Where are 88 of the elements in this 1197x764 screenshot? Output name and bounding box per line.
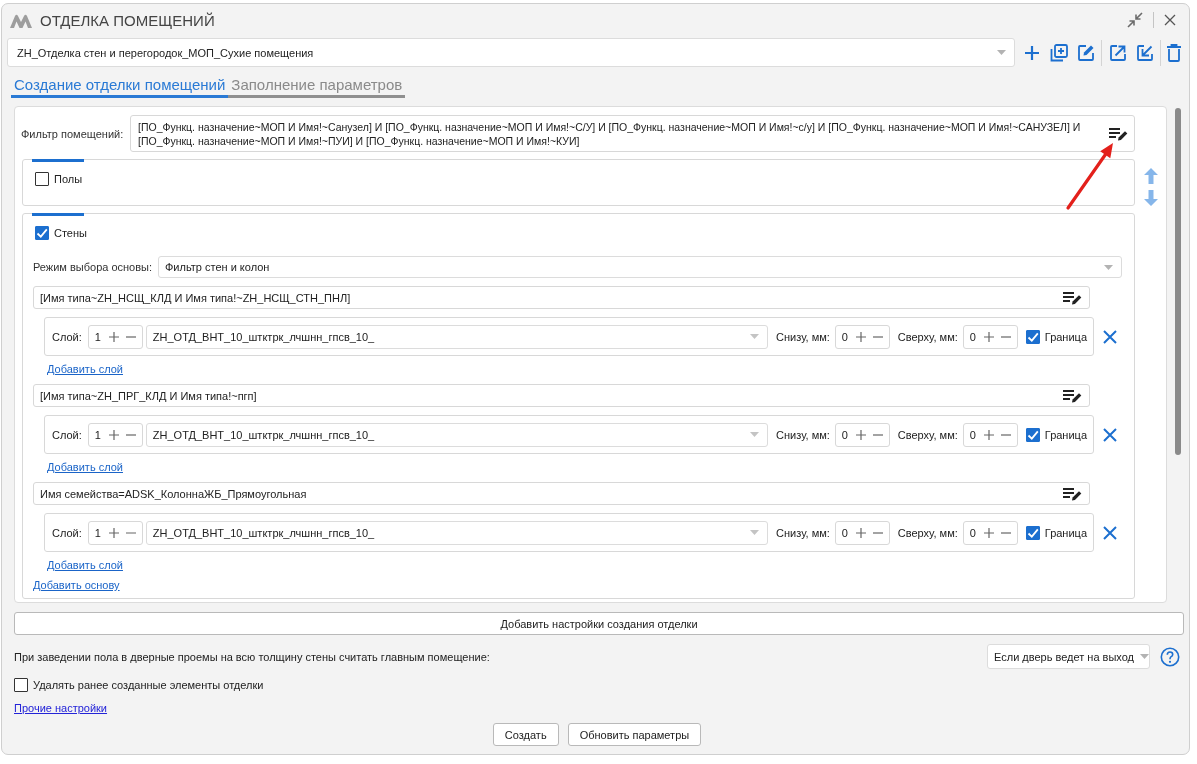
import-icon[interactable] <box>1135 43 1154 62</box>
checkbox[interactable] <box>1025 329 1040 344</box>
top-offset-label: Сверху, мм: <box>897 330 958 343</box>
window-title: ОТДЕЛКА ПОМЕЩЕНИЙ <box>40 11 215 29</box>
add-copy-icon[interactable] <box>1049 43 1068 62</box>
plus-icon[interactable] <box>855 331 866 342</box>
cross-icon[interactable] <box>1103 329 1117 344</box>
cross-icon[interactable] <box>1103 427 1117 442</box>
plus-icon[interactable] <box>983 429 994 440</box>
caret-icon <box>1104 264 1113 270</box>
caret-icon <box>997 50 1006 55</box>
caret-icon <box>1140 654 1150 659</box>
cross-icon[interactable] <box>1103 525 1117 540</box>
bottom-offset-field[interactable]: 0 <box>834 324 890 349</box>
add-layer-link[interactable]: Добавить слой <box>47 460 123 474</box>
add-layer-link[interactable]: Добавить слой <box>47 558 123 572</box>
checkbox[interactable] <box>14 678 28 692</box>
top-offset-field[interactable]: 0 <box>962 422 1018 447</box>
boundary-label: Граница <box>1044 428 1087 441</box>
bottom-offset-label: Снизу, мм: <box>776 330 830 343</box>
close-icon[interactable] <box>1164 14 1176 26</box>
layer-label: Слой: <box>52 428 82 441</box>
plus-icon[interactable] <box>855 429 866 440</box>
checkbox[interactable] <box>1025 427 1040 442</box>
layer-number-field[interactable]: 1 <box>87 324 143 349</box>
bottom-offset-label: Снизу, мм: <box>776 428 830 441</box>
collapse-arrows-icon[interactable] <box>1127 12 1143 28</box>
layer-number-field[interactable]: 1 <box>87 422 143 447</box>
add-base-link[interactable]: Добавить основу <box>33 578 120 592</box>
bottom-offset-label: Снизу, мм: <box>776 526 830 539</box>
material-dropdown[interactable]: ZH_ОТД_ВНТ_10_штктрк_лчшнн_гпсв_10_ <box>145 422 769 447</box>
base-filter-field[interactable]: [Имя типа~ZH_НСЩ_КЛД И Имя типа!~ZH_НСЩ_СТН_ПНЛ] <box>33 286 1090 309</box>
plus-icon[interactable] <box>983 331 994 342</box>
plus-icon[interactable] <box>855 527 866 538</box>
edit-list-icon[interactable] <box>1108 126 1128 141</box>
checkbox[interactable] <box>35 172 49 186</box>
main-room-dropdown[interactable]: Если дверь ведет на выход <box>987 644 1150 669</box>
top-offset-field[interactable]: 0 <box>962 324 1018 349</box>
logo-icon <box>10 12 32 28</box>
plus-icon[interactable] <box>108 429 119 440</box>
boundary-label: Граница <box>1044 526 1087 539</box>
base-mode-label: Режим выбора основы: <box>33 261 154 273</box>
edit-list-icon[interactable] <box>1062 486 1082 501</box>
top-offset-field[interactable]: 0 <box>962 520 1018 545</box>
delete-previous-label: Удалять ранее созданные элементы отделки <box>33 679 264 691</box>
caret-icon <box>750 334 760 339</box>
checkbox[interactable] <box>35 226 49 240</box>
edit-list-icon[interactable] <box>1062 388 1082 403</box>
plus-icon[interactable] <box>108 527 119 538</box>
section-accent-bar <box>32 159 84 162</box>
edit-list-icon[interactable] <box>1062 290 1082 305</box>
section-label: Стены <box>54 227 87 239</box>
layer-number-field[interactable]: 1 <box>87 520 143 545</box>
material-dropdown[interactable]: ZH_ОТД_ВНТ_10_штктрк_лчшнн_гпсв_10_ <box>145 520 769 545</box>
layer-label: Слой: <box>52 526 82 539</box>
dialog-button[interactable]: Обновить параметры <box>567 723 702 746</box>
help-icon[interactable] <box>1160 646 1180 667</box>
bottom-offset-field[interactable]: 0 <box>834 422 890 447</box>
top-offset-label: Сверху, мм: <box>897 526 958 539</box>
section-label: Полы <box>54 173 83 185</box>
base-filter-field[interactable]: [Имя типа~ZH_ПРГ_КЛД И Имя типа!~пгп] <box>33 384 1090 407</box>
layer-label: Слой: <box>52 330 82 343</box>
scrollbar[interactable] <box>1175 108 1181 455</box>
base-mode-dropdown[interactable]: Фильтр стен и колон <box>158 256 1122 278</box>
room-filter-label: Фильтр помещений: <box>21 127 125 140</box>
section-accent-bar <box>32 213 84 216</box>
room-filter-field[interactable]: [ПО_Функц. назначение~МОП И Имя!~Санузел] И [ПО_Функц. назначение~МОП И Имя!~С/У] И [ПО_Функц. назначение~МОП И Имя!~с/у] И [ПО_Функц. назначение~МОП И Имя!~САНУЗЕЛ] И [ПО_Функц. назначение~МОП И Имя!~ПУИ] И [ПО_Функц. назначение~МОП И Имя!~КУИ] <box>130 115 1135 152</box>
plus-icon[interactable] <box>108 331 119 342</box>
caret-icon <box>750 530 760 535</box>
tab[interactable]: Создание отделки помещений <box>11 75 229 98</box>
main-room-label: При заведении пола в дверные проемы на всю толщину стены считать главным помещение: <box>14 650 490 663</box>
bottom-offset-field[interactable]: 0 <box>834 520 890 545</box>
material-dropdown[interactable]: ZH_ОТД_ВНТ_10_штктрк_лчшнн_гпсв_10_ <box>145 324 769 349</box>
add-settings-button[interactable]: Добавить настройки создания отделки <box>14 612 1184 635</box>
add-layer-link[interactable]: Добавить слой <box>47 362 123 376</box>
base-filter-field[interactable]: Имя семейства=ADSK_КолоннаЖБ_Прямоугольная <box>33 482 1090 505</box>
top-offset-label: Сверху, мм: <box>897 428 958 441</box>
trash-icon[interactable] <box>1167 43 1181 62</box>
preset-dropdown[interactable]: ZH_Отделка стен и перегородок_МОП_Сухие помещения <box>7 38 1015 67</box>
boundary-label: Граница <box>1044 330 1087 343</box>
edit-icon[interactable] <box>1076 43 1095 62</box>
dialog-button[interactable]: Создать <box>492 723 559 746</box>
caret-icon <box>750 432 760 437</box>
plus-icon[interactable] <box>983 527 994 538</box>
checkbox[interactable] <box>1025 525 1040 540</box>
export-icon[interactable] <box>1108 43 1127 62</box>
other-settings-link[interactable]: Прочие настройки <box>14 701 108 715</box>
plus-icon[interactable] <box>1023 44 1040 61</box>
